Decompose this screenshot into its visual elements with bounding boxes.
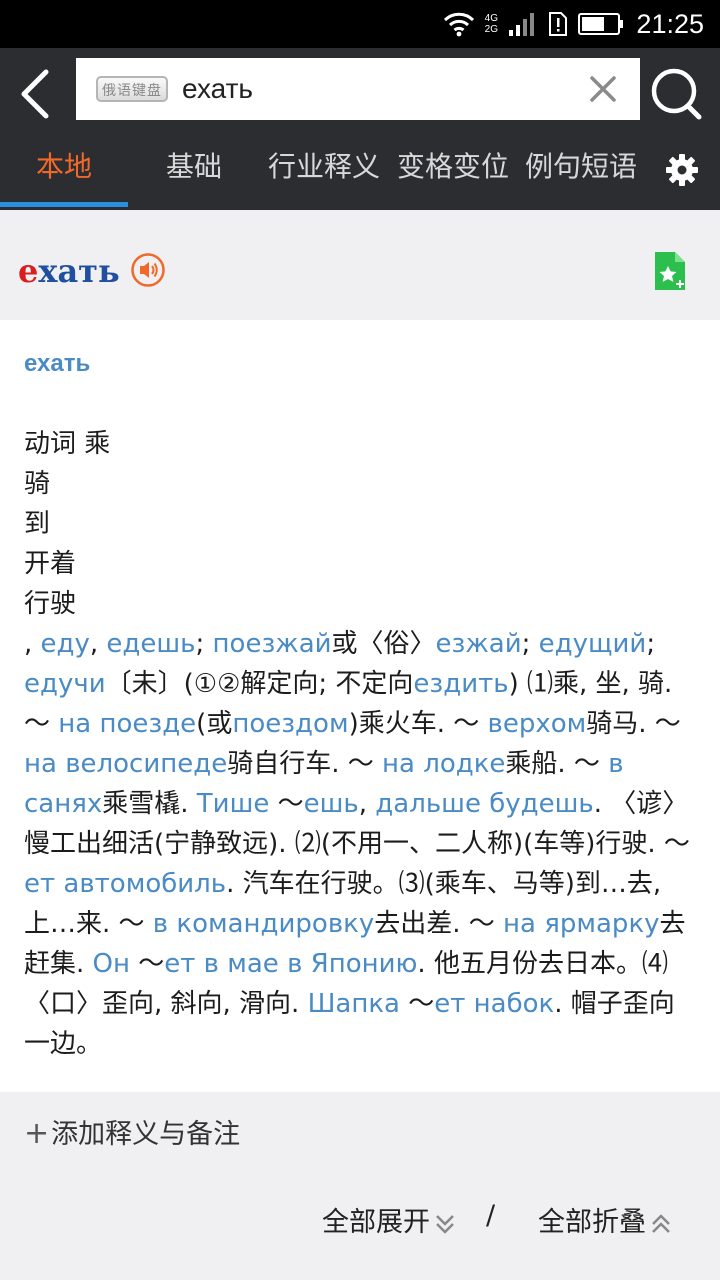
definition-text-segment: 骑马. ～ bbox=[586, 709, 681, 739]
definition-text-segment: )乘火车. ～ bbox=[348, 709, 488, 739]
tab-examples[interactable]: 例句短语 bbox=[519, 136, 643, 210]
definition-text-segment: ～ bbox=[269, 789, 304, 819]
signal-icon bbox=[509, 13, 534, 36]
tab-declension[interactable]: 变格变位 bbox=[391, 136, 515, 210]
battery-icon bbox=[578, 13, 623, 35]
definition-text-segment: 或〈俗〉 bbox=[331, 629, 436, 659]
definition-text-segment: ; bbox=[521, 629, 539, 659]
russian-keyboard-button[interactable]: 俄语键盘 bbox=[96, 76, 168, 102]
definition-line: 行驶 bbox=[24, 589, 77, 619]
network-type: 4G 2G bbox=[484, 13, 498, 35]
definition-text-segment: ; bbox=[646, 629, 656, 659]
tab-local[interactable]: 本地 bbox=[0, 136, 128, 210]
example-link[interactable]: в командировку bbox=[153, 909, 374, 939]
example-link[interactable]: ет автомобиль bbox=[24, 869, 226, 899]
definition-text-segment: , bbox=[89, 629, 107, 659]
definition-text-segment: 去出差. ～ bbox=[374, 909, 504, 939]
separator: / bbox=[486, 1200, 496, 1231]
example-link[interactable]: едучи bbox=[24, 669, 106, 699]
collapse-all-button[interactable]: 全部折叠 bbox=[538, 1200, 672, 1240]
sim-alert-icon bbox=[549, 12, 567, 36]
search-icon[interactable] bbox=[648, 66, 704, 122]
top-bar: 俄语键盘 本地 基础 行业释义 变格变位 例句短语 bbox=[0, 48, 720, 210]
status-bar: 4G 2G 21:25 bbox=[0, 0, 720, 48]
example-link[interactable]: верхом bbox=[488, 709, 587, 739]
definition-text-segment: 骑自行车. ～ bbox=[227, 749, 382, 779]
status-icons: 4G 2G bbox=[443, 8, 624, 40]
tab-bar: 本地 基础 行业释义 变格变位 例句短语 bbox=[0, 136, 720, 210]
example-link[interactable]: поезжай bbox=[213, 629, 332, 659]
headword-row: ехать bbox=[0, 210, 720, 320]
wifi-icon bbox=[443, 12, 474, 37]
definition-card: ехать 动词 乘 骑 到 开着 行驶 , еду, едешь; поезж… bbox=[0, 320, 720, 1092]
plus-icon: + bbox=[24, 1116, 50, 1151]
example-link[interactable]: на велосипеде bbox=[24, 749, 227, 779]
example-link[interactable]: поездом bbox=[232, 709, 348, 739]
definition-line: 骑 bbox=[24, 469, 51, 499]
chevron-double-up-icon bbox=[652, 1213, 670, 1233]
example-link[interactable]: едешь bbox=[106, 629, 195, 659]
example-link[interactable]: ешь bbox=[304, 789, 359, 819]
tab-basic[interactable]: 基础 bbox=[130, 136, 258, 210]
definition-text-segment: , bbox=[24, 629, 41, 659]
definition-text: 动词 乘 骑 到 开着 行驶 , еду, едешь; поезжай或〈俗〉… bbox=[24, 424, 700, 1064]
example-link[interactable]: Тише bbox=[197, 789, 270, 819]
gear-icon[interactable] bbox=[664, 152, 700, 188]
example-link[interactable]: на ярмарку bbox=[503, 909, 659, 939]
definition-line: 到 bbox=[24, 509, 51, 539]
example-link[interactable]: езжай bbox=[436, 629, 522, 659]
example-link[interactable]: Он bbox=[93, 949, 130, 979]
example-link[interactable]: на поезде bbox=[58, 709, 196, 739]
speaker-icon[interactable] bbox=[130, 252, 166, 288]
example-link[interactable]: едущий bbox=[539, 629, 647, 659]
example-link[interactable]: ет набок bbox=[434, 989, 554, 1019]
example-link[interactable]: еду bbox=[41, 629, 90, 659]
example-link[interactable]: ездить bbox=[413, 669, 508, 699]
example-link[interactable]: ет в мае в Японию bbox=[164, 949, 417, 979]
add-note-button[interactable]: +添加释义与备注 bbox=[24, 1112, 240, 1151]
definition-text-segment: ; bbox=[195, 629, 213, 659]
add-favorite-icon[interactable] bbox=[652, 250, 688, 292]
back-arrow-icon[interactable] bbox=[12, 66, 60, 122]
entry-word: ехать bbox=[24, 350, 91, 377]
example-link[interactable]: на лодке bbox=[382, 749, 505, 779]
definition-text-segment: 乘船. ～ bbox=[505, 749, 609, 779]
definition-line: 动词 乘 bbox=[24, 429, 111, 459]
example-link[interactable]: дальше будешь bbox=[375, 789, 593, 819]
search-box: 俄语键盘 bbox=[76, 58, 640, 120]
expand-all-button[interactable]: 全部展开 bbox=[322, 1200, 456, 1240]
definition-text-segment: (或 bbox=[196, 709, 233, 739]
definition-text-segment: , bbox=[358, 789, 376, 819]
definition-text-segment: 乘雪橇. bbox=[102, 789, 197, 819]
tab-industry[interactable]: 行业释义 bbox=[262, 136, 386, 210]
definition-text-segment: ～ bbox=[399, 989, 435, 1019]
chevron-double-down-icon bbox=[436, 1214, 454, 1234]
definition-body: , еду, едешь; поезжай或〈俗〉езжай; едущий; … bbox=[24, 624, 700, 1064]
definition-text-segment: ～ bbox=[130, 949, 165, 979]
example-link[interactable]: Шапка bbox=[308, 989, 400, 1019]
active-tab-indicator bbox=[0, 202, 128, 207]
definition-line: 开着 bbox=[24, 549, 77, 579]
search-input[interactable] bbox=[182, 68, 572, 110]
clear-icon[interactable] bbox=[588, 74, 618, 104]
headword: ехать bbox=[18, 252, 120, 290]
clock: 21:25 bbox=[636, 9, 704, 39]
definition-text-segment: 〔未〕(①②解定向; 不定向 bbox=[105, 669, 414, 699]
